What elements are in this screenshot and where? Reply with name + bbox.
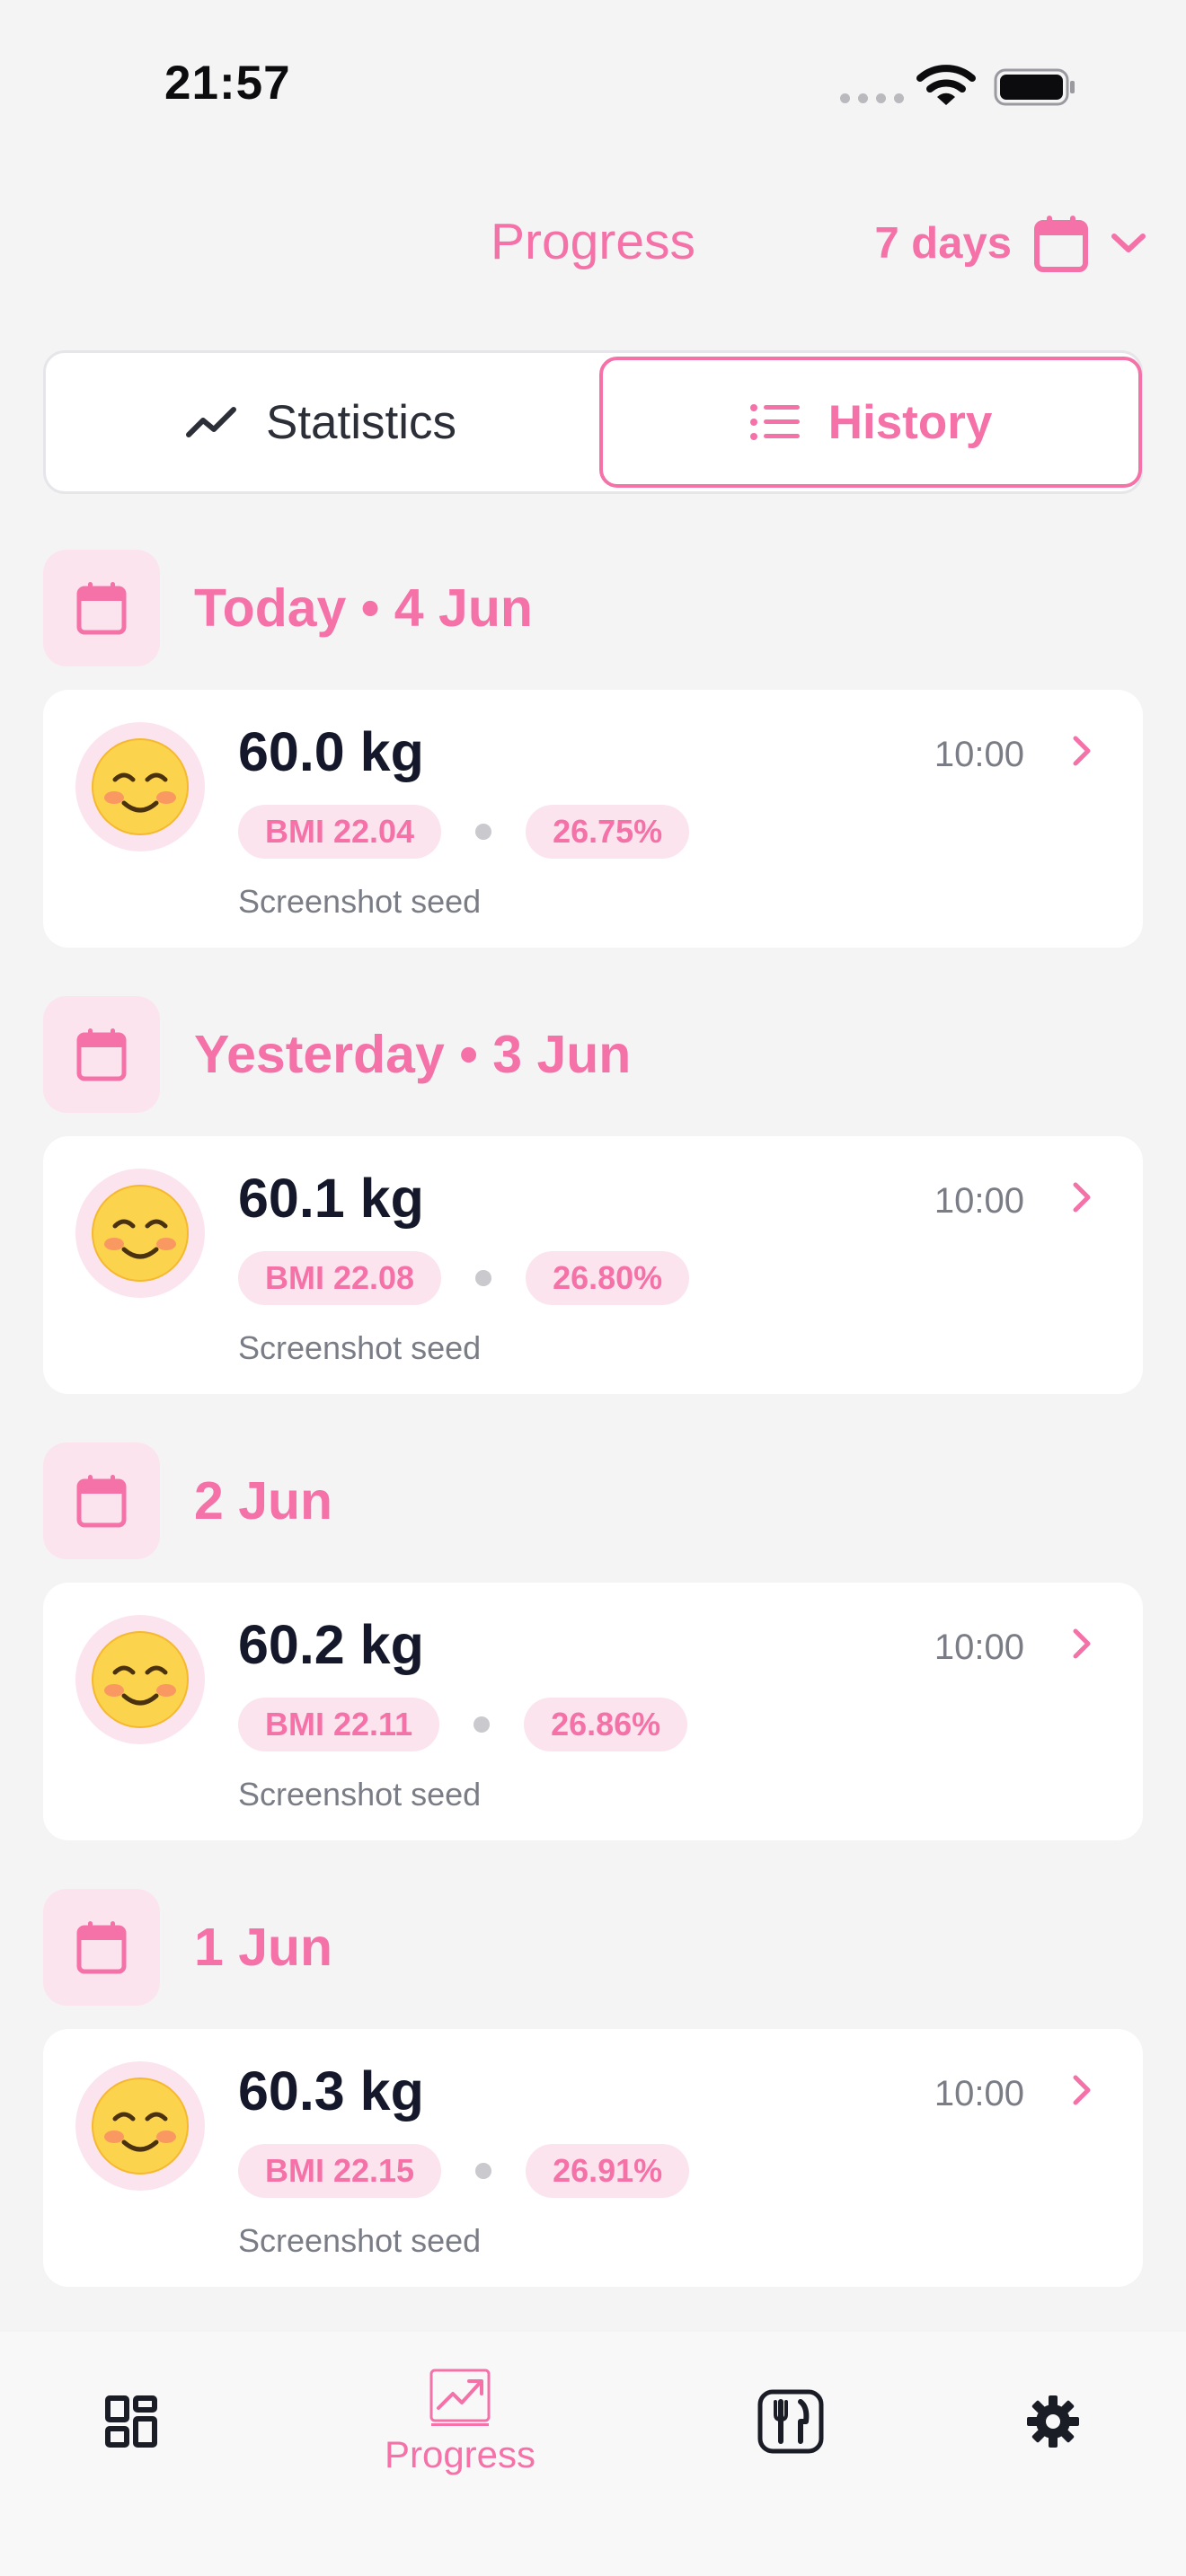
weight-value: 60.2 kg — [238, 1614, 424, 1675]
body-fat-badge: 26.75% — [526, 805, 690, 859]
history-day-group: 2 Jun 60.2 kg 10:00 BMI 22.11 26.86% Scr… — [43, 1442, 1143, 1889]
date-range-label: 7 days — [874, 219, 1012, 268]
bottom-tab-bar: Progress — [0, 2332, 1186, 2576]
chevron-right-icon — [1073, 2075, 1091, 2105]
entry-note: Screenshot seed — [238, 883, 482, 920]
calendar-icon — [43, 550, 160, 666]
tab-statistics[interactable]: Statistics — [46, 353, 596, 491]
date-range-selector[interactable]: 7 days — [874, 208, 1146, 278]
weight-entry-card[interactable]: 60.3 kg 10:00 BMI 22.15 26.91% Screensho… — [43, 2029, 1143, 2287]
tab-dashboard[interactable] — [77, 2332, 185, 2511]
tab-statistics-label: Statistics — [265, 395, 457, 449]
chevron-right-icon — [1073, 736, 1091, 766]
bmi-badge: BMI 22.11 — [238, 1698, 440, 1751]
date-label: 1 Jun — [194, 1918, 333, 1977]
progress-screen: 21:57 Progress 7 days Statistics History… — [0, 0, 1186, 2576]
body-fat-badge: 26.91% — [526, 2144, 690, 2198]
tab-progress-label: Progress — [384, 2433, 536, 2475]
date-header: Yesterday • 3 Jun — [43, 996, 631, 1113]
chevron-right-icon — [1073, 1182, 1091, 1213]
status-time: 21:57 — [164, 57, 291, 110]
smiling-face-icon — [75, 1169, 205, 1298]
bmi-badge: BMI 22.15 — [238, 2144, 442, 2198]
wifi-icon — [916, 65, 976, 105]
smiling-face-icon — [75, 2061, 205, 2191]
body-fat-badge: 26.80% — [526, 1251, 690, 1305]
separator-dot — [475, 2163, 492, 2179]
weight-entry-card[interactable]: 60.0 kg 10:00 BMI 22.04 26.75% Screensho… — [43, 690, 1143, 948]
bmi-badge: BMI 22.08 — [238, 1251, 442, 1305]
calendar-icon — [43, 1442, 160, 1559]
date-header: Today • 4 Jun — [43, 550, 533, 666]
date-label: 2 Jun — [194, 1471, 333, 1531]
status-bar: 21:57 — [0, 0, 1186, 171]
entry-note: Screenshot seed — [238, 2222, 482, 2259]
separator-dot — [475, 824, 492, 840]
weight-value: 60.1 kg — [238, 1168, 424, 1229]
metrics-row: BMI 22.11 26.86% — [238, 1698, 688, 1751]
tab-history[interactable]: History — [599, 357, 1142, 488]
history-day-group: 1 Jun 60.3 kg 10:00 BMI 22.15 26.91% Scr… — [43, 1889, 1143, 2335]
weight-value: 60.0 kg — [238, 721, 424, 782]
entry-time: 10:00 — [934, 2074, 1024, 2113]
metrics-row: BMI 22.08 26.80% — [238, 1251, 690, 1305]
history-day-group: Today • 4 Jun 60.0 kg 10:00 BMI 22.04 26… — [43, 550, 1143, 996]
metrics-row: BMI 22.04 26.75% — [238, 805, 690, 859]
weight-entry-card[interactable]: 60.1 kg 10:00 BMI 22.08 26.80% Screensho… — [43, 1136, 1143, 1394]
cellular-signal-icon — [840, 93, 904, 103]
view-segmented-control: Statistics History — [43, 350, 1143, 494]
metrics-row: BMI 22.15 26.91% — [238, 2144, 690, 2198]
entry-time: 10:00 — [934, 1628, 1024, 1667]
date-label: Yesterday • 3 Jun — [194, 1025, 632, 1084]
history-list: Today • 4 Jun 60.0 kg 10:00 BMI 22.04 26… — [43, 550, 1143, 2335]
date-label: Today • 4 Jun — [194, 578, 533, 638]
weight-entry-card[interactable]: 60.2 kg 10:00 BMI 22.11 26.86% Screensho… — [43, 1583, 1143, 1840]
entry-note: Screenshot seed — [238, 1776, 482, 1813]
separator-dot — [474, 1716, 491, 1733]
fork-knife-icon — [757, 2389, 824, 2454]
entry-note: Screenshot seed — [238, 1329, 482, 1366]
line-chart-icon — [185, 407, 236, 437]
weight-value: 60.3 kg — [238, 2060, 424, 2122]
dashboard-grid-icon — [105, 2395, 157, 2448]
smiling-face-icon — [75, 722, 205, 851]
calendar-icon — [43, 996, 160, 1113]
tab-settings[interactable] — [999, 2332, 1107, 2511]
tab-meals[interactable] — [737, 2332, 845, 2511]
date-header: 1 Jun — [43, 1889, 332, 2006]
chevron-right-icon — [1073, 1628, 1091, 1659]
tab-history-label: History — [828, 395, 993, 449]
calendar-icon — [1034, 216, 1088, 272]
list-icon — [749, 404, 800, 440]
entry-time: 10:00 — [934, 735, 1024, 774]
chevron-down-icon — [1111, 234, 1146, 252]
date-header: 2 Jun — [43, 1442, 332, 1559]
smiling-face-icon — [75, 1615, 205, 1744]
calendar-icon — [43, 1889, 160, 2006]
entry-time: 10:00 — [934, 1181, 1024, 1221]
body-fat-badge: 26.86% — [524, 1698, 688, 1751]
history-day-group: Yesterday • 3 Jun 60.1 kg 10:00 BMI 22.0… — [43, 996, 1143, 1442]
progress-chart-icon — [429, 2369, 491, 2426]
battery-icon — [994, 68, 1075, 106]
separator-dot — [475, 1270, 492, 1286]
tab-progress[interactable]: Progress — [361, 2332, 559, 2511]
bmi-badge: BMI 22.04 — [238, 805, 442, 859]
gear-icon — [1027, 2395, 1079, 2448]
